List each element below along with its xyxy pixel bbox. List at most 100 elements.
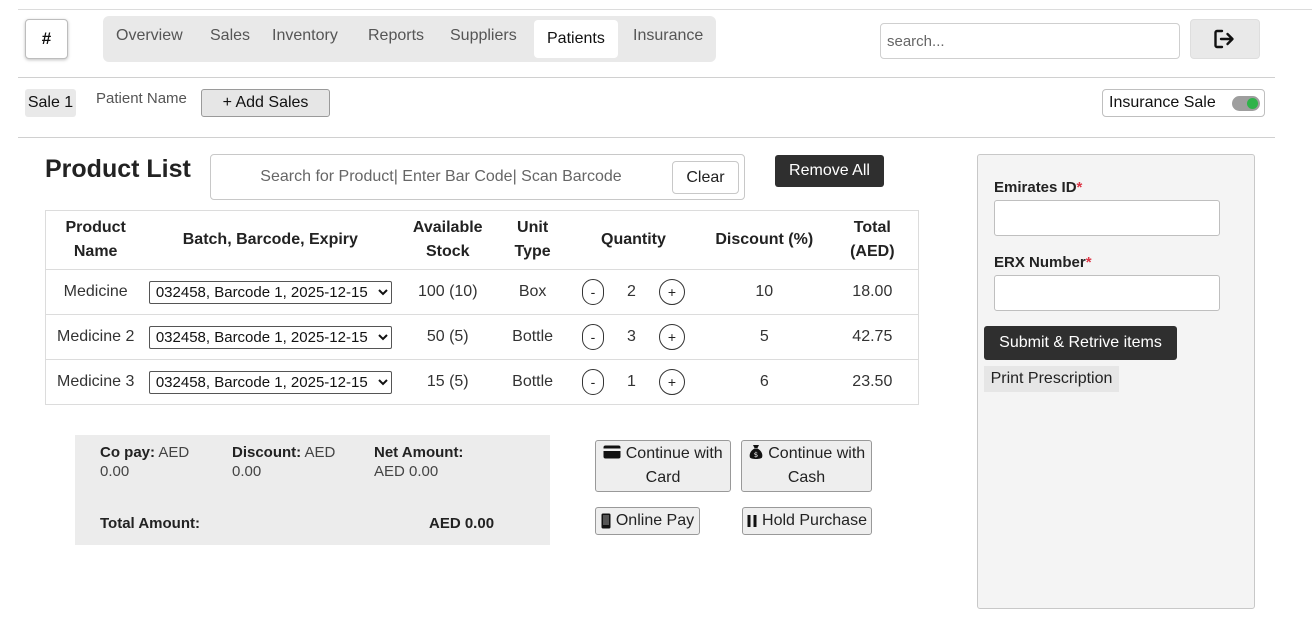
global-search-input[interactable] — [880, 23, 1180, 59]
patient-name-label: Patient Name — [96, 90, 187, 107]
total-cell: 23.50 — [826, 359, 919, 405]
tab-reports[interactable]: Reports — [368, 25, 424, 47]
total-cell: 42.75 — [826, 314, 919, 360]
sale-tab[interactable]: Sale 1 — [25, 89, 76, 117]
increase-quantity-button[interactable]: + — [658, 369, 685, 395]
tab-overview[interactable]: Overview — [116, 25, 183, 47]
required-mark: * — [1076, 179, 1083, 196]
quantity-cell: - 1 + — [565, 359, 702, 405]
stock-cell: 50 (5) — [395, 314, 501, 360]
copay-summary: Co pay: AED 0.00 — [100, 443, 215, 481]
total-amount-label: Total Amount: — [100, 515, 200, 532]
insurance-sale-toggle-group[interactable]: Insurance Sale — [1102, 89, 1265, 117]
add-sales-button[interactable]: + Add Sales — [201, 89, 330, 117]
batch-select[interactable]: 032458, Barcode 1, 2025-12-15 — [148, 325, 392, 349]
quantity-value: 1 — [627, 373, 636, 390]
continue-with-card-button[interactable]: Continue with Card — [595, 440, 731, 492]
decrease-quantity-button[interactable]: - — [581, 279, 604, 305]
discount-cell: 10 — [701, 269, 827, 315]
card-button-label: Continue with Card — [625, 445, 723, 486]
switch-knob — [1247, 98, 1258, 109]
quantity-value: 2 — [627, 283, 636, 300]
pause-icon — [747, 515, 757, 527]
batch-select[interactable]: 032458, Barcode 1, 2025-12-15 — [148, 370, 392, 394]
erx-number-label-text: ERX Number — [994, 254, 1086, 271]
increase-quantity-button[interactable]: + — [658, 279, 685, 305]
quantity-cell: - 3 + — [565, 314, 702, 360]
col-header-product-name: Product Name — [45, 210, 146, 270]
col-header-discount: Discount (%) — [701, 210, 827, 270]
print-prescription-button[interactable]: Print Prescription — [984, 366, 1119, 392]
submit-retrieve-items-button[interactable]: Submit & Retrive items — [984, 326, 1177, 360]
home-button[interactable]: # — [25, 19, 68, 59]
hold-purchase-button[interactable]: Hold Purchase — [742, 507, 872, 535]
table-row: Medicine 3 032458, Barcode 1, 2025-12-15… — [45, 359, 919, 405]
main-nav: Overview Sales Inventory Reports Supplie… — [103, 16, 716, 62]
continue-with-cash-button[interactable]: $ Continue with Cash — [741, 440, 872, 492]
remove-all-button[interactable]: Remove All — [775, 155, 884, 187]
unit-cell: Box — [500, 269, 566, 315]
stock-cell: 15 (5) — [395, 359, 501, 405]
erx-number-input[interactable] — [994, 275, 1220, 311]
batch-cell: 032458, Barcode 1, 2025-12-15 — [145, 314, 396, 360]
logout-button[interactable] — [1190, 19, 1260, 59]
emirates-id-input[interactable] — [994, 200, 1220, 236]
credit-card-icon — [603, 445, 621, 459]
mobile-phone-icon — [601, 513, 611, 529]
order-summary: Co pay: AED 0.00 Discount: AED 0.00 Net … — [75, 435, 550, 545]
quantity-stepper: - 2 + — [565, 279, 702, 305]
quantity-value: 3 — [627, 328, 636, 345]
total-amount-value: AED 0.00 — [429, 515, 495, 532]
table-row: Medicine 032458, Barcode 1, 2025-12-15 1… — [45, 269, 919, 315]
svg-text:$: $ — [754, 451, 758, 459]
cash-button-label: Continue with Cash — [768, 445, 866, 486]
clear-button[interactable]: Clear — [672, 161, 739, 194]
tab-patients[interactable]: Patients — [534, 20, 618, 58]
col-header-quantity: Quantity — [565, 210, 702, 270]
decrease-quantity-button[interactable]: - — [581, 369, 604, 395]
online-pay-button[interactable]: Online Pay — [595, 507, 700, 535]
quantity-cell: - 2 + — [565, 269, 702, 315]
discount-summary: Discount: AED 0.00 — [232, 443, 357, 481]
erx-number-label: ERX Number* — [994, 254, 1092, 271]
tab-sales[interactable]: Sales — [210, 25, 250, 47]
table-header-row: Product Name Batch, Barcode, Expiry Avail… — [45, 210, 919, 270]
emirates-id-label-text: Emirates ID — [994, 179, 1077, 196]
net-amount-summary: Net Amount: AED 0.00 — [374, 443, 484, 481]
unit-cell: Bottle — [500, 359, 566, 405]
money-bag-icon: $ — [749, 445, 763, 459]
product-name-cell: Medicine — [45, 269, 146, 315]
stock-cell: 100 (10) — [395, 269, 501, 315]
col-header-total: Total (AED) — [826, 210, 919, 270]
insurance-sale-switch[interactable] — [1232, 96, 1260, 111]
required-mark: * — [1085, 254, 1092, 271]
online-pay-label: Online Pay — [615, 512, 695, 529]
col-header-batch: Batch, Barcode, Expiry — [145, 210, 396, 270]
discount-cell: 6 — [701, 359, 827, 405]
insurance-sale-label: Insurance Sale — [1109, 94, 1216, 111]
quantity-stepper: - 3 + — [565, 324, 702, 350]
decrease-quantity-button[interactable]: - — [581, 324, 604, 350]
emirates-id-label: Emirates ID* — [994, 179, 1082, 196]
product-search-group: Clear — [210, 154, 745, 200]
top-divider — [18, 9, 1312, 10]
sign-out-icon — [1214, 29, 1234, 49]
tab-inventory[interactable]: Inventory — [272, 25, 338, 47]
prescription-panel: Emirates ID* ERX Number* Submit & Retriv… — [977, 154, 1255, 609]
net-amount-label: Net Amount: — [374, 444, 464, 461]
increase-quantity-button[interactable]: + — [658, 324, 685, 350]
product-search-input[interactable] — [211, 155, 671, 199]
sale-bar-divider — [18, 137, 1275, 138]
batch-select[interactable]: 032458, Barcode 1, 2025-12-15 — [148, 280, 392, 304]
net-amount-value: AED 0.00 — [374, 463, 439, 480]
tab-suppliers[interactable]: Suppliers — [450, 25, 517, 47]
product-list-title: Product List — [45, 155, 191, 183]
tab-insurance[interactable]: Insurance — [633, 25, 703, 47]
header-divider — [18, 77, 1275, 78]
batch-cell: 032458, Barcode 1, 2025-12-15 — [145, 269, 396, 315]
col-header-unit: Unit Type — [500, 210, 566, 270]
product-table: Product Name Batch, Barcode, Expiry Avail… — [45, 210, 919, 405]
discount-label: Discount: — [232, 444, 302, 461]
product-name-cell: Medicine 2 — [45, 314, 146, 360]
product-name-cell: Medicine 3 — [45, 359, 146, 405]
